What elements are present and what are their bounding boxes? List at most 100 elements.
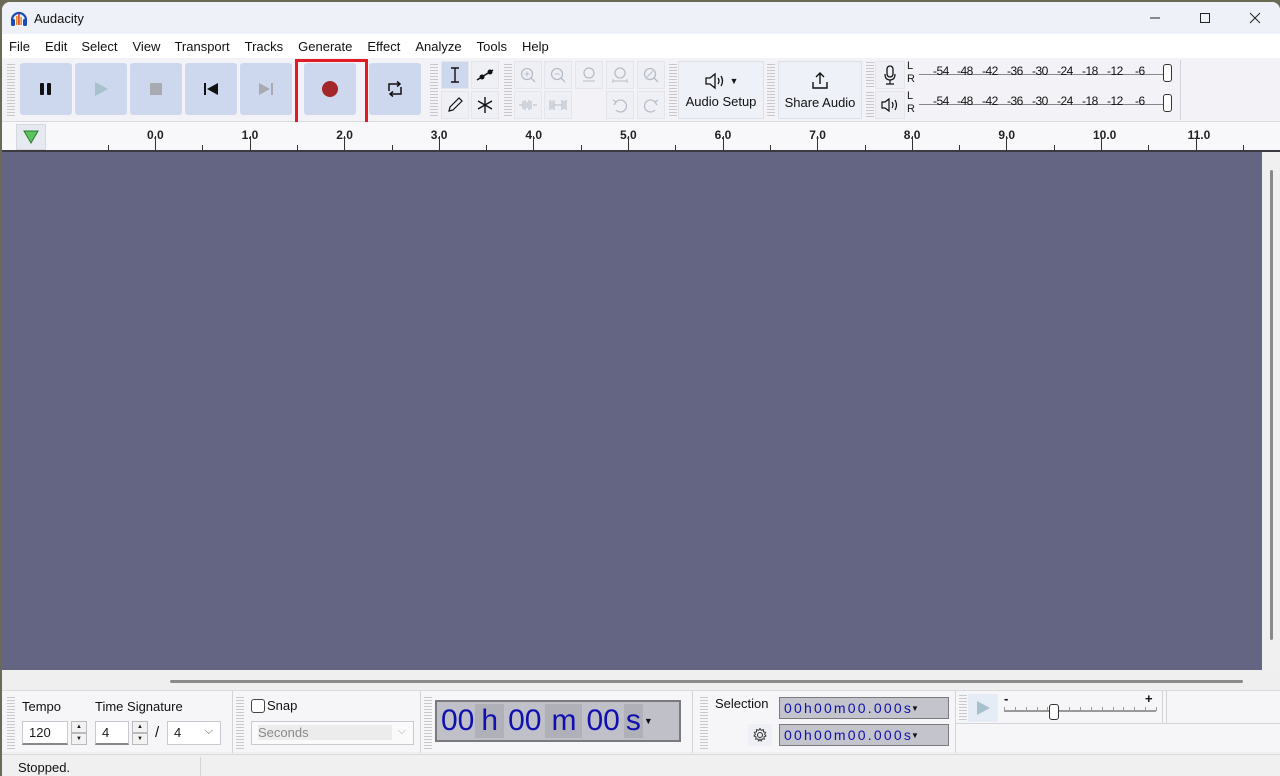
spin-up-icon[interactable]: ▲ bbox=[132, 721, 148, 733]
stop-button[interactable] bbox=[130, 63, 182, 115]
menu-file[interactable]: File bbox=[9, 39, 37, 54]
fit-selection-button[interactable] bbox=[575, 61, 603, 89]
selection-settings-button[interactable] bbox=[748, 724, 772, 746]
play-at-speed-button[interactable] bbox=[968, 694, 998, 722]
window-title: Audacity bbox=[34, 10, 84, 26]
play-button[interactable] bbox=[75, 63, 127, 115]
menu-select[interactable]: Select bbox=[81, 39, 124, 54]
menu-tracks[interactable]: Tracks bbox=[245, 39, 291, 54]
pause-button[interactable] bbox=[20, 63, 72, 115]
spin-down-icon[interactable]: ▼ bbox=[132, 733, 148, 745]
skip-to-end-button[interactable] bbox=[240, 63, 292, 115]
play-at-speed-slider[interactable] bbox=[1004, 704, 1157, 720]
horizontal-scroll-thumb[interactable] bbox=[170, 680, 1243, 683]
time-signature-grip[interactable] bbox=[7, 697, 15, 749]
audio-setup-label: Audio Setup bbox=[685, 93, 757, 109]
dropdown-arrow-icon[interactable]: ▼ bbox=[911, 704, 921, 713]
edit-toolbar-grip[interactable] bbox=[504, 64, 512, 116]
skip-to-start-button[interactable] bbox=[185, 63, 237, 115]
vertical-scroll-thumb[interactable] bbox=[1270, 170, 1273, 640]
audio-setup-grip[interactable] bbox=[669, 64, 677, 116]
maximize-button[interactable] bbox=[1180, 2, 1230, 34]
time-sig-numerator-spinner[interactable]: ▲ ▼ bbox=[132, 721, 148, 745]
playback-meter-l: L bbox=[907, 90, 914, 102]
selection-tool-button[interactable] bbox=[441, 61, 469, 89]
tools-toolbar-grip[interactable] bbox=[430, 64, 438, 116]
selection-toolbar-grip[interactable] bbox=[700, 697, 708, 749]
menu-transport[interactable]: Transport bbox=[174, 39, 236, 54]
multi-tool-button[interactable] bbox=[471, 91, 499, 119]
play-at-speed-grip[interactable] bbox=[959, 695, 967, 721]
menu-analyze[interactable]: Analyze bbox=[415, 39, 468, 54]
record-meter-grip[interactable] bbox=[866, 62, 874, 88]
undo-button[interactable] bbox=[606, 91, 634, 119]
playback-meter-grip[interactable] bbox=[866, 92, 874, 118]
snap-toolbar-grip[interactable] bbox=[236, 697, 244, 749]
timeline-ruler[interactable]: 0.0 1.0 2.0 3.0 4.0 5.0 6.0 7.0 8.0 9.0 10.0 11.0 bbox=[2, 122, 1280, 152]
envelope-tool-button[interactable] bbox=[471, 61, 499, 89]
close-button[interactable] bbox=[1230, 2, 1280, 34]
play-icon bbox=[95, 82, 108, 96]
status-text: Stopped. bbox=[18, 760, 71, 775]
meter-tick: -18 bbox=[1082, 64, 1098, 78]
menu-help[interactable]: Help bbox=[522, 39, 556, 54]
zoom-in-button[interactable] bbox=[514, 61, 542, 89]
ruler-minor-tick bbox=[202, 145, 204, 150]
minimize-button[interactable] bbox=[1130, 2, 1180, 34]
menu-effect[interactable]: Effect bbox=[367, 39, 407, 54]
ruler-major-tick bbox=[344, 136, 346, 150]
selection-end-time[interactable]: 00h00m00.000s ▼ bbox=[779, 724, 949, 746]
selection-start-time[interactable]: 00h00m00.000s ▼ bbox=[779, 697, 949, 719]
record-meter[interactable]: L R -54 -48 -42 -36 -30 -24 -18 -12 -6 bbox=[905, 60, 1175, 89]
snap-checkbox[interactable] bbox=[251, 699, 265, 713]
ruler-minor-tick bbox=[486, 145, 488, 150]
menu-view[interactable]: View bbox=[133, 39, 168, 54]
share-audio-button[interactable]: Share Audio bbox=[778, 61, 862, 119]
time-toolbar-grip[interactable] bbox=[424, 697, 432, 749]
time-display[interactable]: 00 h 00 m 00 s ▼ bbox=[435, 700, 681, 742]
status-bar: Stopped. bbox=[2, 754, 1280, 776]
time-sig-denominator-select[interactable]: 4 ⌵ bbox=[167, 721, 221, 745]
time-sig-numerator-input[interactable]: 4 bbox=[95, 721, 129, 745]
transport-toolbar-grip[interactable] bbox=[7, 64, 15, 116]
menu-edit[interactable]: Edit bbox=[45, 39, 74, 54]
horizontal-scrollbar[interactable] bbox=[2, 670, 1280, 690]
ruler-major-tick bbox=[1195, 136, 1197, 150]
silence-button[interactable] bbox=[544, 91, 572, 119]
tempo-spinner[interactable]: ▲ ▼ bbox=[71, 721, 87, 745]
time-signature-label: Time Signature bbox=[95, 699, 183, 714]
track-area[interactable] bbox=[2, 152, 1262, 670]
spin-up-icon[interactable]: ▲ bbox=[71, 721, 87, 733]
audio-setup-button[interactable]: ▼ Audio Setup bbox=[678, 61, 764, 119]
meter-tick: -36 bbox=[1007, 94, 1023, 108]
speaker-icon bbox=[881, 97, 898, 113]
play-at-speed-slider-thumb[interactable] bbox=[1049, 704, 1060, 720]
zoom-out-button[interactable] bbox=[544, 61, 572, 89]
playback-meter[interactable]: L R -54 -48 -42 -36 -30 -24 -18 -12 -6 bbox=[905, 90, 1175, 119]
record-meter-button[interactable] bbox=[875, 61, 905, 89]
trim-outside-button[interactable] bbox=[514, 91, 542, 119]
vertical-scrollbar[interactable] bbox=[1262, 152, 1280, 670]
meter-tick: -30 bbox=[1032, 94, 1048, 108]
playback-meter-slider-handle[interactable] bbox=[1163, 94, 1172, 112]
tempo-input[interactable]: 120 bbox=[22, 721, 68, 745]
slider-tick bbox=[1014, 707, 1016, 711]
playback-meter-button[interactable] bbox=[875, 91, 905, 119]
menu-generate[interactable]: Generate bbox=[298, 39, 359, 54]
snap-unit-select[interactable]: Seconds ⌵ bbox=[251, 721, 414, 745]
fit-project-button[interactable] bbox=[606, 61, 634, 89]
record-meter-slider-handle[interactable] bbox=[1163, 64, 1172, 82]
time-sig-denominator-value: 4 bbox=[174, 725, 182, 740]
play-head-button[interactable] bbox=[16, 124, 46, 150]
menu-tools[interactable]: Tools bbox=[477, 39, 514, 54]
share-audio-grip[interactable] bbox=[767, 64, 775, 116]
ruler-major-tick bbox=[533, 136, 535, 150]
draw-tool-button[interactable] bbox=[441, 91, 469, 119]
time-format-dropdown-icon[interactable]: ▼ bbox=[643, 716, 654, 726]
redo-button[interactable] bbox=[637, 91, 665, 119]
spin-down-icon[interactable]: ▼ bbox=[71, 733, 87, 745]
slider-tick bbox=[1080, 707, 1081, 711]
dropdown-arrow-icon[interactable]: ▼ bbox=[911, 731, 921, 740]
zoom-toggle-button[interactable] bbox=[637, 61, 665, 89]
loop-button[interactable] bbox=[369, 63, 421, 115]
